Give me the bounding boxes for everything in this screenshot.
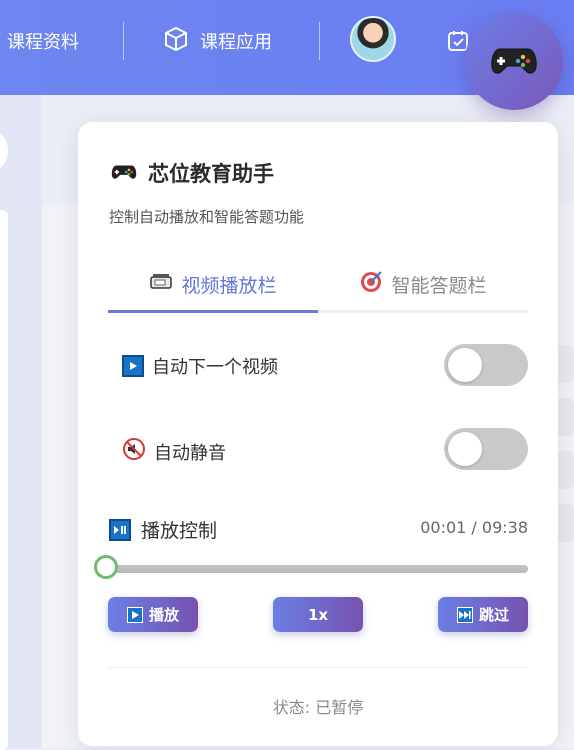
setting-auto-mute: 自动静音 — [122, 437, 226, 466]
playback-time: 00:01 / 09:38 — [420, 518, 528, 537]
panel-title-text: 芯位教育助手 — [148, 162, 274, 186]
gamepad-icon — [110, 160, 138, 187]
user-avatar[interactable] — [350, 16, 396, 62]
panel-subtitle: 控制自动播放和智能答题功能 — [109, 208, 305, 226]
speed-button[interactable]: 1x — [273, 597, 363, 632]
active-tab-indicator — [108, 310, 318, 313]
divider — [108, 667, 528, 668]
playback-control-label: 播放控制 — [109, 516, 217, 543]
target-icon — [359, 270, 383, 299]
skip-button-label: 跳过 — [478, 606, 509, 624]
mute-icon — [122, 437, 146, 466]
speed-button-label: 1x — [307, 605, 329, 624]
tab-video-playback[interactable]: 视频播放栏 — [108, 262, 318, 307]
progress-track[interactable] — [108, 565, 528, 573]
video-projector-icon — [149, 272, 173, 297]
nav-item-label: 课程应用 — [200, 32, 272, 53]
tab-smart-answer[interactable]: 智能答题栏 — [318, 262, 528, 307]
background-left-card — [0, 210, 8, 750]
auto-next-video-toggle[interactable] — [444, 344, 528, 386]
toggle-knob — [448, 348, 482, 382]
skip-button[interactable]: 跳过 — [438, 597, 528, 632]
skip-forward-icon — [456, 606, 473, 623]
tab-label: 智能答题栏 — [391, 275, 487, 297]
tab-bar: 视频播放栏 智能答题栏 — [108, 262, 528, 313]
nav-separator — [319, 22, 320, 60]
assistant-toggle-button[interactable] — [465, 12, 563, 110]
nav-item-course-materials[interactable]: 课程资料 — [7, 26, 79, 56]
cube-icon — [162, 25, 190, 58]
tab-label: 视频播放栏 — [181, 275, 277, 297]
nav-item-course-apps[interactable]: 课程应用 — [162, 26, 272, 56]
setting-label: 自动静音 — [154, 442, 226, 464]
play-button[interactable]: 播放 — [108, 597, 198, 632]
nav-item-label: 课程资料 — [7, 32, 79, 53]
play-icon — [122, 355, 144, 377]
gamepad-icon — [490, 39, 538, 83]
assistant-panel: 芯位教育助手 控制自动播放和智能答题功能 视频播放栏 智能答题栏 自动下一个视频… — [78, 122, 558, 746]
status-text: 状态: 已暂停 — [272, 698, 364, 717]
setting-label: 自动下一个视频 — [152, 357, 278, 378]
toggle-knob — [448, 432, 482, 466]
play-pause-icon — [109, 518, 131, 541]
play-icon — [126, 606, 143, 623]
setting-auto-next-video: 自动下一个视频 — [122, 353, 278, 379]
auto-mute-toggle[interactable] — [444, 428, 528, 470]
panel-title: 芯位教育助手 — [110, 158, 274, 188]
progress-thumb[interactable] — [94, 555, 118, 579]
play-button-label: 播放 — [148, 606, 179, 624]
playback-control-text: 播放控制 — [141, 520, 218, 542]
nav-separator — [123, 22, 124, 60]
